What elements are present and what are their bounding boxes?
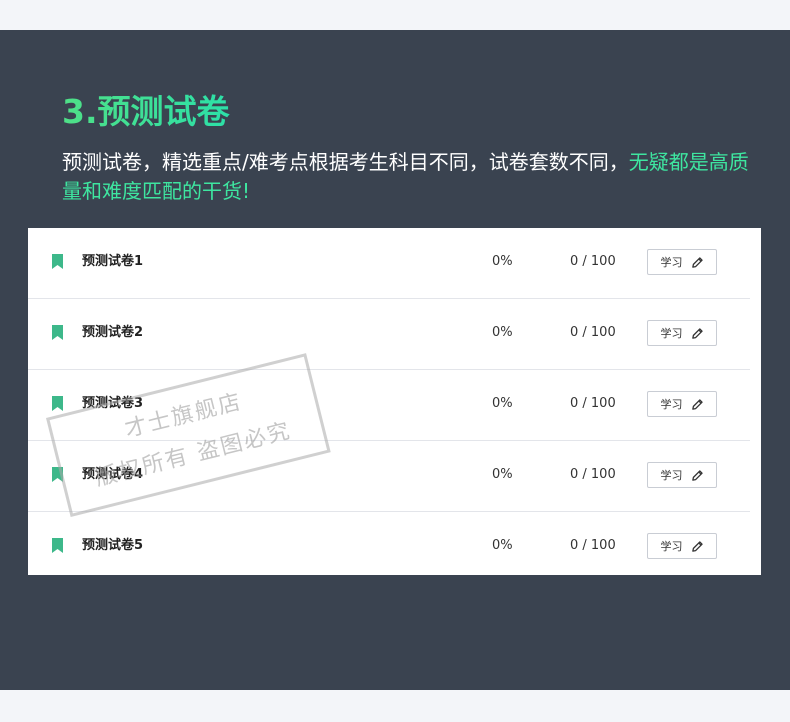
exam-progress: 0% — [492, 254, 513, 269]
section-description: 预测试卷，精选重点/难考点根据考生科目不同，试卷套数不同，无疑都是高质量和难度匹… — [62, 148, 752, 206]
bookmark-icon — [52, 325, 63, 340]
study-button-label: 学习 — [660, 256, 683, 269]
exam-progress: 0% — [492, 325, 513, 340]
bookmark-icon — [52, 467, 63, 482]
bookmark-icon — [52, 538, 63, 553]
study-button[interactable]: 学习 — [647, 320, 717, 346]
exam-score: 0 / 100 — [570, 254, 616, 269]
exam-progress: 0% — [492, 467, 513, 482]
exam-title: 预测试卷3 — [82, 396, 144, 411]
exam-row: 预测试卷2 0% 0 / 100 学习 — [28, 299, 750, 370]
exam-progress: 0% — [492, 396, 513, 411]
exam-progress: 0% — [492, 538, 513, 553]
exam-row: 预测试卷4 0% 0 / 100 学习 — [28, 441, 750, 512]
section-title: 3.预测试卷 — [62, 90, 230, 134]
pencil-icon — [691, 398, 703, 410]
exam-score: 0 / 100 — [570, 325, 616, 340]
exam-score: 0 / 100 — [570, 467, 616, 482]
study-button[interactable]: 学习 — [647, 533, 717, 559]
study-button[interactable]: 学习 — [647, 391, 717, 417]
exam-row: 预测试卷1 0% 0 / 100 学习 — [28, 228, 750, 299]
description-main: 预测试卷，精选重点/难考点根据考生科目不同，试卷套数不同， — [62, 150, 629, 174]
study-button-label: 学习 — [660, 398, 683, 411]
exam-score: 0 / 100 — [570, 538, 616, 553]
study-button-label: 学习 — [660, 469, 683, 482]
exam-title: 预测试卷1 — [82, 254, 144, 269]
study-button[interactable]: 学习 — [647, 462, 717, 488]
pencil-icon — [691, 540, 703, 552]
exam-row: 预测试卷5 0% 0 / 100 学习 — [28, 512, 750, 579]
exam-title: 预测试卷2 — [82, 325, 144, 340]
exam-title: 预测试卷4 — [82, 467, 144, 482]
study-button-label: 学习 — [660, 327, 683, 340]
bookmark-icon — [52, 254, 63, 269]
study-button[interactable]: 学习 — [647, 249, 717, 275]
pencil-icon — [691, 469, 703, 481]
pencil-icon — [691, 327, 703, 339]
exam-title: 预测试卷5 — [82, 538, 144, 553]
study-button-label: 学习 — [660, 540, 683, 553]
exam-list: 预测试卷1 0% 0 / 100 学习 预测试卷2 0% 0 / 100 学习 … — [28, 228, 761, 575]
bookmark-icon — [52, 396, 63, 411]
exam-row: 预测试卷3 0% 0 / 100 学习 — [28, 370, 750, 441]
pencil-icon — [691, 256, 703, 268]
exam-score: 0 / 100 — [570, 396, 616, 411]
